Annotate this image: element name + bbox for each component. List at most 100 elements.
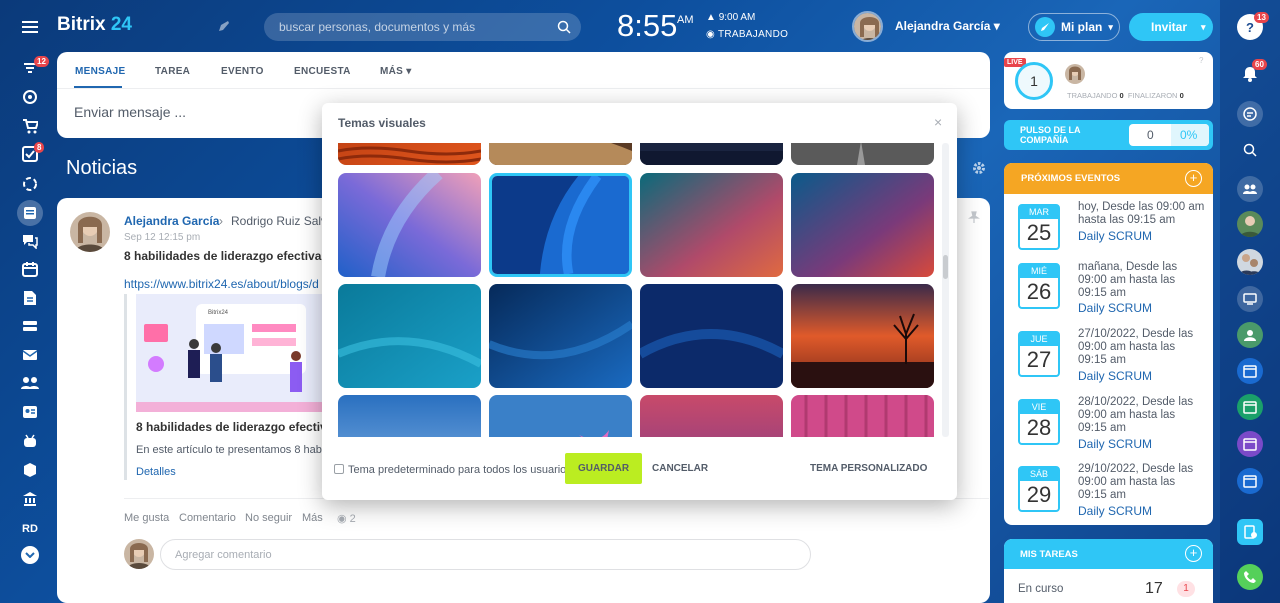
post-recipient[interactable]: Rodrigo Ruiz Salva: [231, 214, 334, 228]
theme-thumbnail[interactable]: [640, 395, 783, 437]
tasks-title[interactable]: MIS TAREAS: [1020, 549, 1078, 560]
help-icon[interactable]: ?: [1199, 56, 1203, 65]
post-author[interactable]: Alejandra García: [124, 214, 219, 228]
cart-icon[interactable]: [19, 115, 41, 137]
theme-thumbnail[interactable]: [791, 395, 934, 437]
add-event-icon[interactable]: +: [1185, 170, 1202, 187]
theme-thumbnail[interactable]: [338, 395, 481, 437]
theme-thumbnail[interactable]: [489, 143, 632, 165]
calendar-icon[interactable]: [19, 258, 41, 280]
clock[interactable]: 8:55: [617, 8, 677, 44]
box-icon[interactable]: [19, 459, 41, 481]
group-icon[interactable]: [19, 372, 41, 394]
tab-event[interactable]: EVENTO: [221, 66, 264, 77]
app-logo[interactable]: Bitrix 24: [57, 14, 132, 36]
in-progress-count[interactable]: 17: [1145, 580, 1163, 598]
theme-thumbnail[interactable]: [640, 173, 783, 277]
event-link[interactable]: Daily SCRUM: [1078, 369, 1152, 383]
post-link[interactable]: https://www.bitrix24.es/about/blogs/d: [124, 277, 319, 291]
more-button[interactable]: Más: [302, 512, 323, 524]
close-icon[interactable]: ×: [934, 114, 942, 130]
post-date[interactable]: Sep 12 12:15 pm: [124, 232, 200, 243]
preview-title[interactable]: 8 habilidades de liderazgo efectiv: [136, 420, 327, 434]
messenger-icon[interactable]: [1237, 101, 1263, 127]
chat-icon[interactable]: [19, 230, 41, 252]
tab-message[interactable]: MENSAJE: [75, 66, 125, 77]
menu-icon[interactable]: [19, 16, 41, 38]
events-title[interactable]: PRÓXIMOS EVENTOS: [1021, 173, 1120, 184]
pin-icon[interactable]: [968, 211, 980, 223]
theme-thumbnail[interactable]: [791, 143, 934, 165]
default-theme-label[interactable]: Tema predeterminado para todos los usuar…: [348, 464, 572, 476]
tab-poll[interactable]: ENCUESTA: [294, 66, 351, 77]
new-chat-icon[interactable]: [1237, 519, 1263, 545]
scrollbar[interactable]: [942, 143, 949, 437]
theme-thumbnail[interactable]: [338, 143, 481, 165]
event-link[interactable]: Daily SCRUM: [1078, 437, 1152, 451]
avatar[interactable]: [70, 212, 110, 252]
group-chat-icon[interactable]: [1237, 176, 1263, 202]
in-progress-label[interactable]: En curso: [1018, 583, 1063, 595]
alarm-time[interactable]: ▲ 9:00 AM: [706, 12, 755, 23]
news-icon[interactable]: [17, 200, 43, 226]
comment-button[interactable]: Comentario: [179, 512, 236, 524]
robot-icon[interactable]: [19, 430, 41, 452]
unfollow-button[interactable]: No seguir: [245, 512, 292, 524]
target-icon[interactable]: [19, 86, 41, 108]
preview-image[interactable]: Bitrix24: [136, 294, 326, 412]
comment-input[interactable]: Agregar comentario: [160, 539, 811, 570]
event-link[interactable]: Daily SCRUM: [1078, 301, 1152, 315]
invite-button[interactable]: Invitar ▾: [1129, 13, 1213, 41]
save-button[interactable]: GUARDAR: [565, 453, 642, 484]
calendar-chat-icon[interactable]: [1237, 358, 1263, 384]
avatar[interactable]: [1237, 249, 1263, 275]
theme-thumbnail[interactable]: [640, 284, 783, 388]
search-icon[interactable]: [557, 20, 571, 34]
details-link[interactable]: Detalles: [136, 466, 176, 478]
add-task-icon[interactable]: +: [1185, 545, 1202, 562]
mail-icon[interactable]: [19, 344, 41, 366]
custom-theme-button[interactable]: TEMA PERSONALIZADO: [810, 463, 927, 474]
avatar[interactable]: [1065, 64, 1085, 84]
avatar[interactable]: [852, 11, 883, 42]
default-theme-checkbox[interactable]: [334, 464, 344, 474]
pulse-counter[interactable]: 1: [1015, 62, 1053, 100]
rd-initials[interactable]: RD: [19, 518, 41, 540]
theme-thumbnail[interactable]: [489, 284, 632, 388]
plan-button[interactable]: Mi plan ▾: [1028, 13, 1120, 41]
company-pulse[interactable]: PULSO DE LA COMPAÑÍA 0 0%: [1004, 120, 1213, 150]
team-chat-icon[interactable]: [1237, 322, 1263, 348]
user-menu[interactable]: Alejandra García ▾: [895, 19, 1000, 33]
message-input[interactable]: Enviar mensaje ...: [74, 104, 186, 120]
tab-more[interactable]: MÁS ▾: [380, 66, 412, 77]
like-button[interactable]: Me gusta: [124, 512, 169, 524]
theme-thumbnail[interactable]: [791, 284, 934, 388]
theme-thumbnail[interactable]: [338, 284, 481, 388]
pencil-icon[interactable]: [218, 20, 230, 32]
calendar-chat-icon[interactable]: [1237, 431, 1263, 457]
theme-thumbnail[interactable]: [489, 395, 632, 437]
theme-thumbnail[interactable]: [791, 173, 934, 277]
drive-icon[interactable]: [19, 315, 41, 337]
calendar-chat-icon[interactable]: [1237, 468, 1263, 494]
theme-thumbnail-selected[interactable]: [489, 173, 632, 277]
phone-icon[interactable]: [1237, 564, 1263, 590]
cancel-button[interactable]: CANCELAR: [652, 463, 708, 474]
theme-thumbnail[interactable]: [640, 143, 783, 165]
theme-thumbnail[interactable]: [338, 173, 481, 277]
event-link[interactable]: Daily SCRUM: [1078, 504, 1152, 518]
search-input[interactable]: buscar personas, documentos y más: [264, 13, 581, 41]
contact-card-icon[interactable]: [19, 401, 41, 423]
chevron-down-icon[interactable]: [21, 546, 39, 564]
calendar-chat-icon[interactable]: [1237, 394, 1263, 420]
bank-icon[interactable]: [19, 488, 41, 510]
crm-icon[interactable]: [19, 173, 41, 195]
avatar[interactable]: [1237, 211, 1263, 237]
document-icon[interactable]: [19, 287, 41, 309]
tab-task[interactable]: TAREA: [155, 66, 190, 77]
scrollbar-thumb[interactable]: [943, 255, 948, 279]
screen-chat-icon[interactable]: [1237, 286, 1263, 312]
event-link[interactable]: Daily SCRUM: [1078, 229, 1152, 243]
search-icon[interactable]: [1237, 137, 1263, 163]
gear-icon[interactable]: [972, 161, 986, 175]
